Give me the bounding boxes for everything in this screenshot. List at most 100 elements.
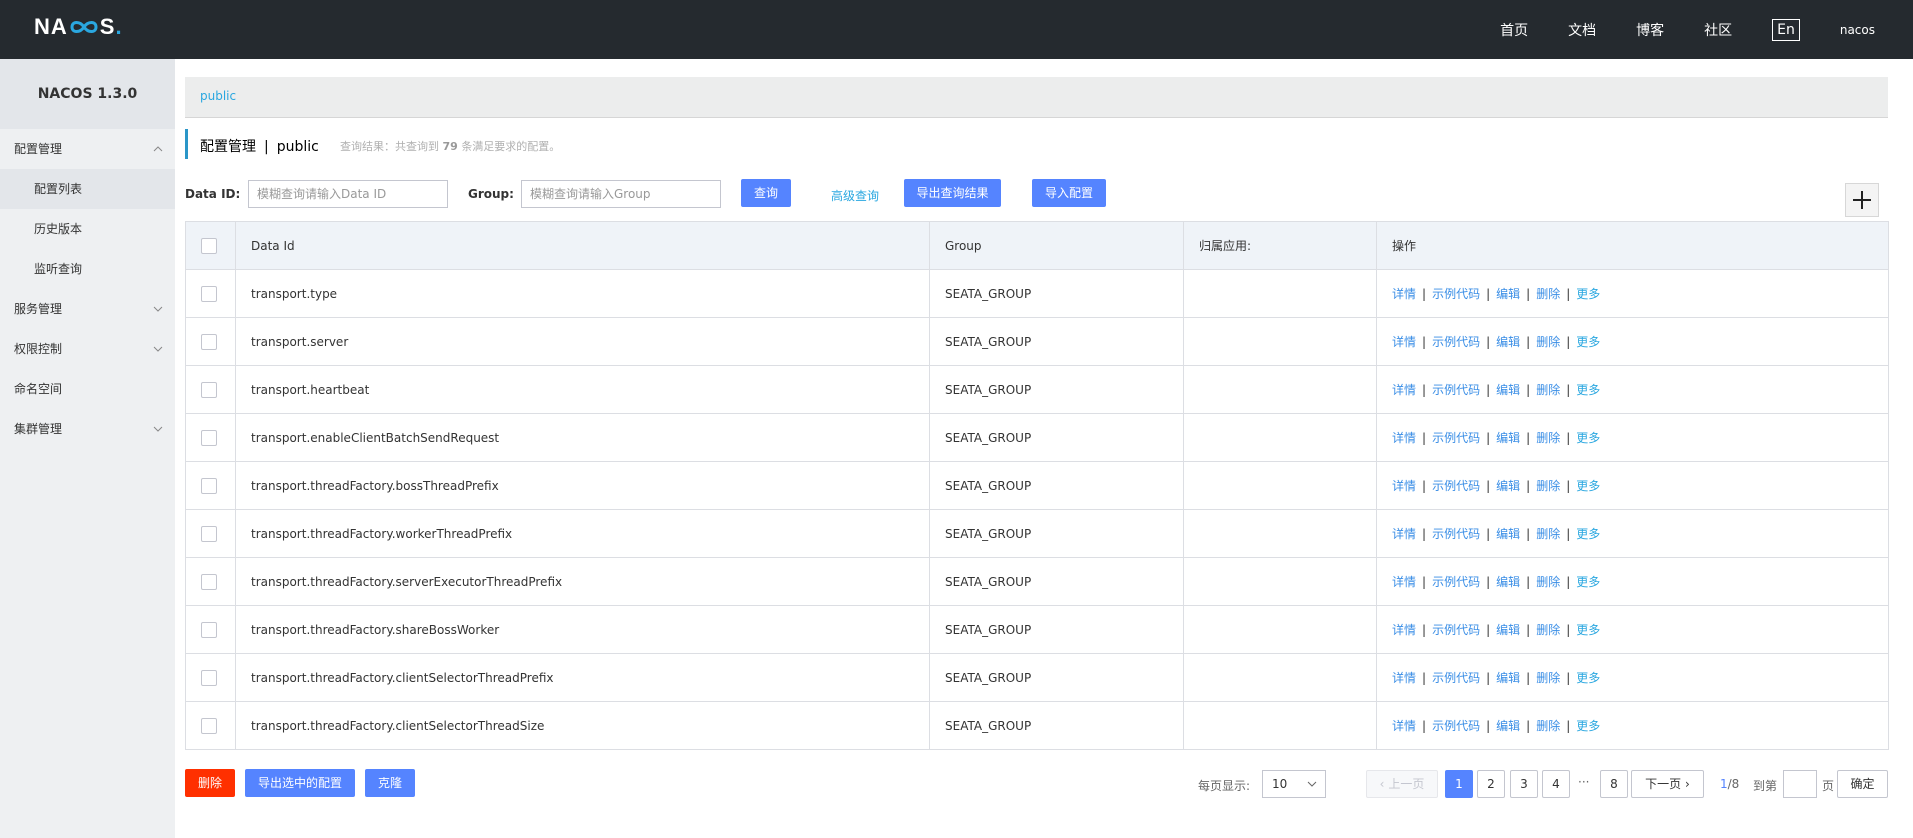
row-checkbox[interactable]: [201, 285, 217, 302]
row-checkbox[interactable]: [201, 717, 217, 734]
more-link[interactable]: 更多: [1576, 527, 1600, 541]
detail-link[interactable]: 详情: [1392, 335, 1416, 349]
sidebar-item-auth[interactable]: 权限控制: [0, 329, 175, 369]
select-all-checkbox[interactable]: [201, 237, 217, 254]
delete-button[interactable]: 删除: [185, 769, 235, 797]
row-checkbox[interactable]: [201, 525, 217, 542]
edit-link[interactable]: 编辑: [1496, 479, 1520, 493]
detail-link[interactable]: 详情: [1392, 623, 1416, 637]
more-link[interactable]: 更多: [1576, 575, 1600, 589]
page-4-button[interactable]: 4: [1542, 770, 1570, 798]
detail-link[interactable]: 详情: [1392, 479, 1416, 493]
import-config-button[interactable]: 导入配置: [1032, 179, 1106, 207]
delete-link[interactable]: 删除: [1536, 479, 1560, 493]
edit-link[interactable]: 编辑: [1496, 383, 1520, 397]
delete-link[interactable]: 删除: [1536, 671, 1560, 685]
ops-separator: |: [1526, 623, 1531, 637]
sample-code-link[interactable]: 示例代码: [1432, 671, 1480, 685]
delete-link[interactable]: 删除: [1536, 719, 1560, 733]
more-link[interactable]: 更多: [1576, 287, 1600, 301]
detail-link[interactable]: 详情: [1392, 287, 1416, 301]
goto-confirm-button[interactable]: 确定: [1837, 770, 1888, 798]
nacos-logo[interactable]: NA S.: [34, 13, 123, 41]
edit-link[interactable]: 编辑: [1496, 335, 1520, 349]
delete-link[interactable]: 删除: [1536, 383, 1560, 397]
user-menu[interactable]: nacos: [1840, 23, 1875, 37]
sample-code-link[interactable]: 示例代码: [1432, 287, 1480, 301]
clone-button[interactable]: 克隆: [365, 769, 415, 797]
sample-code-link[interactable]: 示例代码: [1432, 527, 1480, 541]
detail-link[interactable]: 详情: [1392, 719, 1416, 733]
export-results-button[interactable]: 导出查询结果: [904, 179, 1001, 207]
page-3-button[interactable]: 3: [1510, 770, 1538, 798]
delete-link[interactable]: 删除: [1536, 527, 1560, 541]
sidebar-item-service-mgmt[interactable]: 服务管理: [0, 289, 175, 329]
query-button[interactable]: 查询: [741, 179, 791, 207]
edit-link[interactable]: 编辑: [1496, 575, 1520, 589]
nav-blog[interactable]: 博客: [1636, 20, 1664, 40]
sample-code-link[interactable]: 示例代码: [1432, 479, 1480, 493]
group-search-input[interactable]: [521, 180, 721, 208]
page-2-button[interactable]: 2: [1477, 770, 1505, 798]
sample-code-link[interactable]: 示例代码: [1432, 335, 1480, 349]
add-config-button[interactable]: [1845, 183, 1879, 217]
edit-link[interactable]: 编辑: [1496, 287, 1520, 301]
row-checkbox[interactable]: [201, 381, 217, 398]
namespace-tab-public[interactable]: public: [200, 89, 236, 103]
detail-link[interactable]: 详情: [1392, 431, 1416, 445]
sample-code-link[interactable]: 示例代码: [1432, 719, 1480, 733]
dataid-search-input[interactable]: [248, 180, 448, 208]
sample-code-link[interactable]: 示例代码: [1432, 623, 1480, 637]
more-link[interactable]: 更多: [1576, 479, 1600, 493]
sample-code-link[interactable]: 示例代码: [1432, 431, 1480, 445]
delete-link[interactable]: 删除: [1536, 287, 1560, 301]
sample-code-link[interactable]: 示例代码: [1432, 383, 1480, 397]
prev-page-button[interactable]: ‹ 上一页: [1366, 770, 1438, 798]
more-link[interactable]: 更多: [1576, 719, 1600, 733]
advanced-query-link[interactable]: 高级查询: [831, 187, 879, 204]
row-checkbox[interactable]: [201, 333, 217, 350]
more-link[interactable]: 更多: [1576, 335, 1600, 349]
detail-link[interactable]: 详情: [1392, 527, 1416, 541]
edit-link[interactable]: 编辑: [1496, 623, 1520, 637]
row-checkbox[interactable]: [201, 477, 217, 494]
next-page-button[interactable]: 下一页 ›: [1631, 770, 1704, 798]
sidebar-item-config-list[interactable]: 配置列表: [0, 169, 175, 209]
more-link[interactable]: 更多: [1576, 431, 1600, 445]
more-link[interactable]: 更多: [1576, 671, 1600, 685]
sidebar-item-namespace[interactable]: 命名空间: [0, 369, 175, 409]
sample-code-link[interactable]: 示例代码: [1432, 575, 1480, 589]
more-link[interactable]: 更多: [1576, 623, 1600, 637]
nav-community[interactable]: 社区: [1704, 20, 1732, 40]
goto-page-input[interactable]: [1783, 770, 1817, 798]
chevron-right-icon: ›: [1685, 777, 1690, 791]
detail-link[interactable]: 详情: [1392, 575, 1416, 589]
delete-link[interactable]: 删除: [1536, 335, 1560, 349]
row-checkbox[interactable]: [201, 573, 217, 590]
sidebar-item-config-mgmt[interactable]: 配置管理: [0, 129, 175, 169]
edit-link[interactable]: 编辑: [1496, 671, 1520, 685]
sidebar-item-listener[interactable]: 监听查询: [0, 249, 175, 289]
page-8-button[interactable]: 8: [1600, 770, 1628, 798]
sidebar-item-cluster[interactable]: 集群管理: [0, 409, 175, 449]
export-selected-button[interactable]: 导出选中的配置: [245, 769, 355, 797]
row-checkbox[interactable]: [201, 669, 217, 686]
detail-link[interactable]: 详情: [1392, 671, 1416, 685]
edit-link[interactable]: 编辑: [1496, 431, 1520, 445]
edit-link[interactable]: 编辑: [1496, 527, 1520, 541]
header-group: Group: [929, 221, 1184, 270]
sidebar-item-history[interactable]: 历史版本: [0, 209, 175, 249]
row-checkbox[interactable]: [201, 621, 217, 638]
delete-link[interactable]: 删除: [1536, 623, 1560, 637]
language-toggle[interactable]: En: [1772, 18, 1800, 41]
delete-link[interactable]: 删除: [1536, 575, 1560, 589]
nav-home[interactable]: 首页: [1500, 20, 1528, 40]
delete-link[interactable]: 删除: [1536, 431, 1560, 445]
nav-docs[interactable]: 文档: [1568, 20, 1596, 40]
row-checkbox[interactable]: [201, 429, 217, 446]
page-size-select[interactable]: 10: [1262, 770, 1326, 798]
page-1-button[interactable]: 1: [1445, 770, 1473, 798]
edit-link[interactable]: 编辑: [1496, 719, 1520, 733]
detail-link[interactable]: 详情: [1392, 383, 1416, 397]
more-link[interactable]: 更多: [1576, 383, 1600, 397]
